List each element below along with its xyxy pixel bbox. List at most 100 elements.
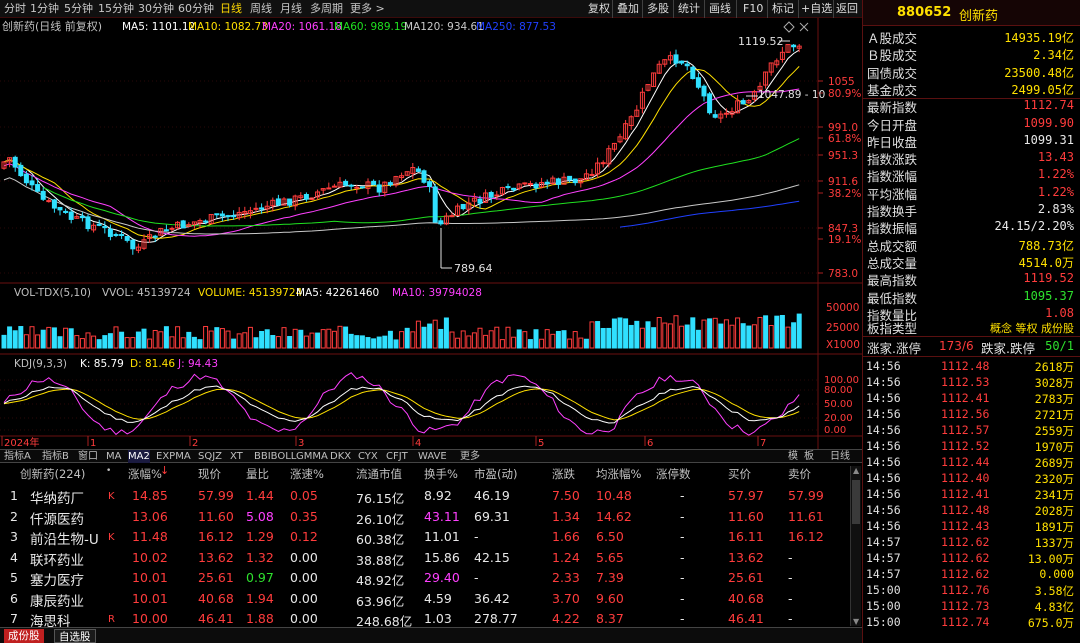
ma-legend-item: MA60: 989.19 bbox=[334, 21, 407, 33]
tab-indicator-4[interactable]: MA2 bbox=[128, 450, 150, 463]
cell-speed: 0.12 bbox=[290, 529, 318, 544]
table-row[interactable]: 2 仟源医药 13.06 11.60 5.08 0.35 26.10亿 43.11 69.31 1… bbox=[0, 507, 848, 528]
table-row[interactable]: 7 海思科 R 10.00 46.41 1.88 0.00 248.68亿 1.03 278.77… bbox=[0, 609, 848, 630]
volume-bar bbox=[763, 315, 769, 349]
back-button[interactable]: 返回 bbox=[836, 2, 858, 16]
period-button-weekly[interactable]: 周线 bbox=[250, 2, 272, 16]
price-tick-label: 19.1% bbox=[828, 234, 861, 246]
board-type-value[interactable]: 概念 等权 成份股 bbox=[990, 320, 1074, 336]
cell-speed: 0.00 bbox=[290, 570, 318, 585]
tick-price: 1112.74 bbox=[941, 615, 990, 629]
candle-body bbox=[432, 186, 438, 223]
column-header[interactable]: 买价 bbox=[728, 466, 751, 482]
period-button-5min[interactable]: 5分钟 bbox=[64, 2, 93, 16]
scroll-up-icon[interactable]: ▲ bbox=[853, 466, 859, 475]
column-header[interactable]: 涨幅% bbox=[128, 466, 162, 482]
tab-indicator-5[interactable]: EXPMA bbox=[156, 450, 191, 463]
period-button-1min[interactable]: 1分钟 bbox=[30, 2, 59, 16]
tick-time: 14:56 bbox=[866, 391, 901, 405]
table-row[interactable]: 5 塞力医疗 10.01 25.61 0.97 0.00 48.92亿 29.40-2.33 7… bbox=[0, 568, 848, 589]
tab-right-2[interactable]: 日线 bbox=[830, 450, 850, 463]
stat-value: 13.43 bbox=[1037, 150, 1074, 165]
volume-bar bbox=[533, 329, 539, 349]
scroll-down-icon[interactable]: ▼ bbox=[853, 617, 859, 626]
kline-chart[interactable]: 创新药(日线 前复权) MA5: 1101.12MA10: 1082.73MA2… bbox=[0, 18, 862, 449]
candle-body bbox=[589, 173, 595, 176]
tick-price: 1112.53 bbox=[941, 375, 990, 389]
column-header[interactable]: 涨速% bbox=[290, 466, 324, 482]
column-header[interactable]: 均涨幅% bbox=[596, 466, 641, 482]
tab-indicator-10[interactable]: DKX bbox=[330, 450, 351, 463]
period-button-monthly[interactable]: 月线 bbox=[280, 2, 302, 16]
add-watchlist-button[interactable]: +自选 bbox=[801, 2, 832, 16]
candle-body bbox=[505, 186, 511, 189]
stat-value: 4514.0万 bbox=[1018, 255, 1074, 270]
candle-body bbox=[219, 213, 225, 217]
table-row[interactable]: 4 联环药业 10.02 13.62 1.32 0.00 38.88亿 15.86 42.15 1… bbox=[0, 548, 848, 569]
cell-diff: 3.70 bbox=[552, 590, 580, 606]
volume-bar bbox=[382, 335, 388, 349]
ma-legend-item: MA120: 934.61 bbox=[404, 21, 484, 33]
period-button-15min[interactable]: 15分钟 bbox=[98, 2, 134, 16]
column-header[interactable]: 量比 bbox=[246, 466, 269, 482]
multi-stock-button[interactable]: 多股 bbox=[647, 2, 669, 16]
column-header[interactable]: 涨跌 bbox=[552, 466, 575, 482]
tab-indicator-11[interactable]: CYX bbox=[358, 450, 378, 463]
scroll-thumb[interactable] bbox=[852, 480, 860, 524]
tab-indicator-0[interactable]: 指标A bbox=[4, 450, 31, 463]
tab-indicator-6[interactable]: SQJZ bbox=[198, 450, 222, 463]
tab-right-1[interactable]: 板 bbox=[804, 450, 814, 463]
tab-indicator-2[interactable]: 窗口 bbox=[78, 450, 98, 463]
volume-bar bbox=[561, 330, 567, 349]
draw-line-button[interactable]: 画线 bbox=[709, 2, 731, 16]
tab-indicator-3[interactable]: MA bbox=[106, 450, 121, 463]
column-header[interactable]: 现价 bbox=[198, 466, 221, 482]
candle-body bbox=[163, 229, 169, 232]
period-button-30min[interactable]: 30分钟 bbox=[138, 2, 174, 16]
period-button-60min[interactable]: 60分钟 bbox=[178, 2, 214, 16]
period-button-multi[interactable]: 多周期 bbox=[310, 2, 343, 16]
candle-body bbox=[23, 173, 29, 184]
period-button-daily[interactable]: 日线 bbox=[220, 2, 242, 16]
tab-indicator-12[interactable]: CFJT bbox=[386, 450, 408, 463]
table-row[interactable]: 3 前沿生物-U K 11.48 16.12 1.29 0.12 60.38亿 11.01-1.… bbox=[0, 527, 848, 548]
column-header[interactable]: 卖价 bbox=[788, 466, 811, 482]
mark-button[interactable]: 标记 bbox=[772, 2, 794, 16]
table-row[interactable]: 6 康辰药业 10.01 40.68 1.94 0.00 63.96亿 4.59 36.42 3.… bbox=[0, 589, 848, 610]
tab-indicator-13[interactable]: WAVE bbox=[418, 450, 447, 463]
candle-body bbox=[214, 213, 220, 216]
tab-right-0[interactable]: 模 bbox=[788, 450, 798, 463]
table-title: 创新药(224) bbox=[20, 467, 86, 481]
column-header[interactable]: 涨停数 bbox=[656, 466, 691, 482]
cell-chg: 10.01 bbox=[132, 570, 168, 585]
table-scrollbar[interactable]: ▲ ▼ bbox=[850, 466, 861, 626]
column-header[interactable]: 换手% bbox=[424, 466, 458, 482]
tab-indicator-1[interactable]: 指标B bbox=[42, 450, 69, 463]
volume-bar bbox=[555, 330, 561, 349]
column-header[interactable]: 市盈(动) bbox=[474, 466, 517, 482]
tab-indicator-9[interactable]: GMMA bbox=[296, 450, 328, 463]
f10-button[interactable]: F10 bbox=[743, 2, 763, 16]
tab-indicator-7[interactable]: XT bbox=[230, 450, 243, 463]
volume-bar bbox=[214, 327, 220, 349]
table-row[interactable]: 1 华纳药厂 K 14.85 57.99 1.44 0.05 76.15亿 8.92 46.19 7… bbox=[0, 486, 848, 507]
tab-constituents[interactable]: 成份股 bbox=[4, 629, 44, 643]
cell-chg: 10.01 bbox=[132, 590, 168, 606]
statistics-button[interactable]: 统计 bbox=[678, 2, 700, 16]
sort-desc-icon[interactable]: ↓ bbox=[160, 464, 169, 477]
candle-body bbox=[225, 215, 231, 218]
volume-legend: VOL-TDX(5,10) VVOL: 45139724 VOLUME: 45139… bbox=[14, 287, 482, 299]
cell-lb: 1.44 bbox=[246, 488, 274, 503]
candle-body bbox=[343, 180, 349, 186]
period-button-more[interactable]: 更多 > bbox=[350, 2, 385, 16]
candle-body bbox=[348, 184, 354, 187]
overlay-button[interactable]: 叠加 bbox=[617, 2, 639, 16]
period-button-intraday[interactable]: 分时 bbox=[4, 2, 26, 16]
volume-bar bbox=[404, 327, 410, 349]
adjust-button[interactable]: 复权 bbox=[588, 2, 610, 16]
tab-indicator-8[interactable]: BBIBOLL bbox=[254, 450, 296, 463]
tab-indicator-14[interactable]: 更多 bbox=[460, 450, 480, 463]
column-header[interactable]: 流通市值 bbox=[356, 466, 402, 482]
kdj-legend-item: K: 85.79 bbox=[80, 358, 124, 370]
tab-watchlist[interactable]: 自选股 bbox=[54, 629, 96, 643]
